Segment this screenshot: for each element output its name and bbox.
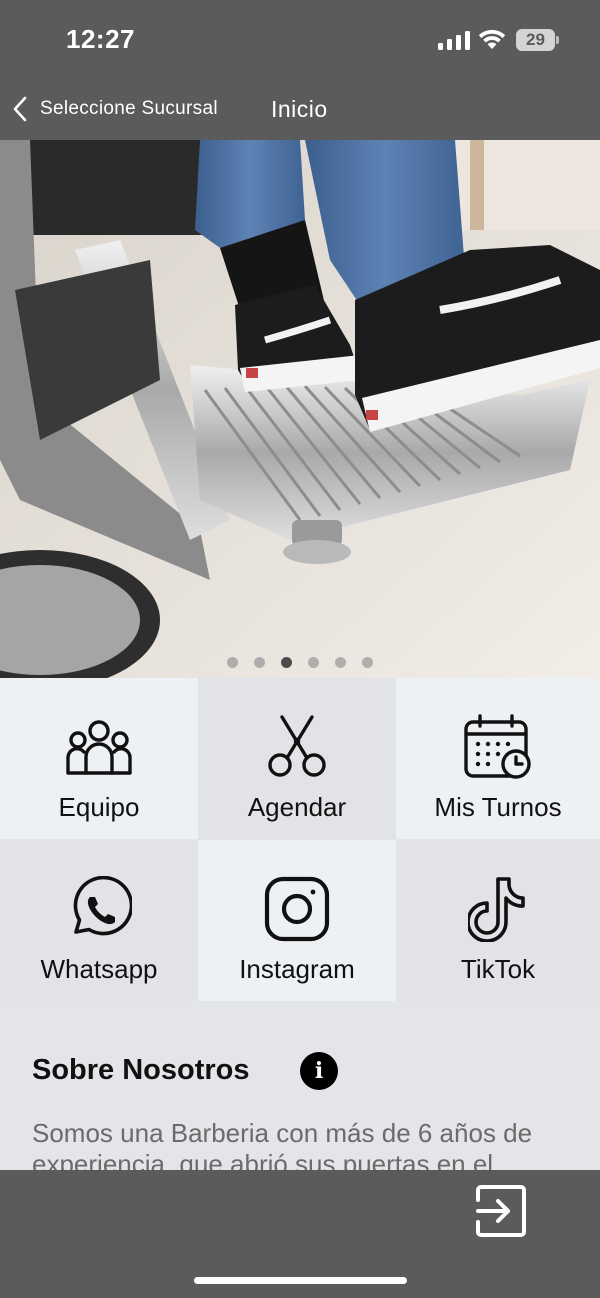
hero-image xyxy=(0,140,600,678)
instagram-icon xyxy=(264,876,330,942)
logout-icon[interactable] xyxy=(474,1184,528,1238)
tile-whatsapp[interactable]: Whatsapp xyxy=(0,840,198,1001)
carousel-dot[interactable] xyxy=(362,657,373,668)
tile-tiktok[interactable]: TikTok xyxy=(396,840,600,1001)
signal-icon xyxy=(438,31,470,50)
scissors-icon xyxy=(268,715,326,777)
tile-instagram[interactable]: Instagram xyxy=(198,840,396,1001)
chevron-left-icon xyxy=(13,96,27,122)
hero-carousel[interactable] xyxy=(0,140,600,678)
back-button[interactable]: Seleccione Sucursal xyxy=(12,94,218,124)
page-title: Inicio xyxy=(271,96,328,122)
nav-bar: Seleccione Sucursal Inicio xyxy=(0,80,600,140)
wifi-icon xyxy=(478,29,506,49)
team-icon xyxy=(66,720,132,775)
battery-level: 29 xyxy=(526,30,545,49)
tile-label: Agendar xyxy=(247,792,347,822)
whatsapp-icon xyxy=(73,876,132,936)
tile-label: Instagram xyxy=(239,954,355,984)
tile-label: Whatsapp xyxy=(40,954,158,984)
status-bar: 12:27 29 xyxy=(0,0,600,80)
carousel-dot-active[interactable] xyxy=(281,657,292,668)
battery-icon: 29 xyxy=(516,29,560,51)
tile-label: Mis Turnos xyxy=(434,792,562,822)
tile-label: Equipo xyxy=(58,792,140,822)
carousel-dot[interactable] xyxy=(254,657,265,668)
home-indicator[interactable] xyxy=(194,1277,407,1284)
about-title: Sobre Nosotros xyxy=(32,1054,250,1086)
back-label: Seleccione Sucursal xyxy=(40,98,218,119)
info-icon[interactable]: i xyxy=(300,1052,338,1090)
tile-agendar[interactable]: Agendar xyxy=(198,678,396,839)
carousel-dot[interactable] xyxy=(335,657,346,668)
carousel-dot[interactable] xyxy=(308,657,319,668)
tile-mis-turnos[interactable]: Mis Turnos xyxy=(396,678,600,839)
status-time: 12:27 xyxy=(66,24,135,54)
menu-grid: Equipo Agendar Mis Turnos Whatsapp Insta… xyxy=(0,678,600,1001)
tile-label: TikTok xyxy=(460,954,536,984)
tile-equipo[interactable]: Equipo xyxy=(0,678,198,839)
calendar-clock-icon xyxy=(464,714,531,779)
carousel-dot[interactable] xyxy=(227,657,238,668)
carousel-dots[interactable] xyxy=(0,657,600,668)
tiktok-icon xyxy=(468,877,525,942)
